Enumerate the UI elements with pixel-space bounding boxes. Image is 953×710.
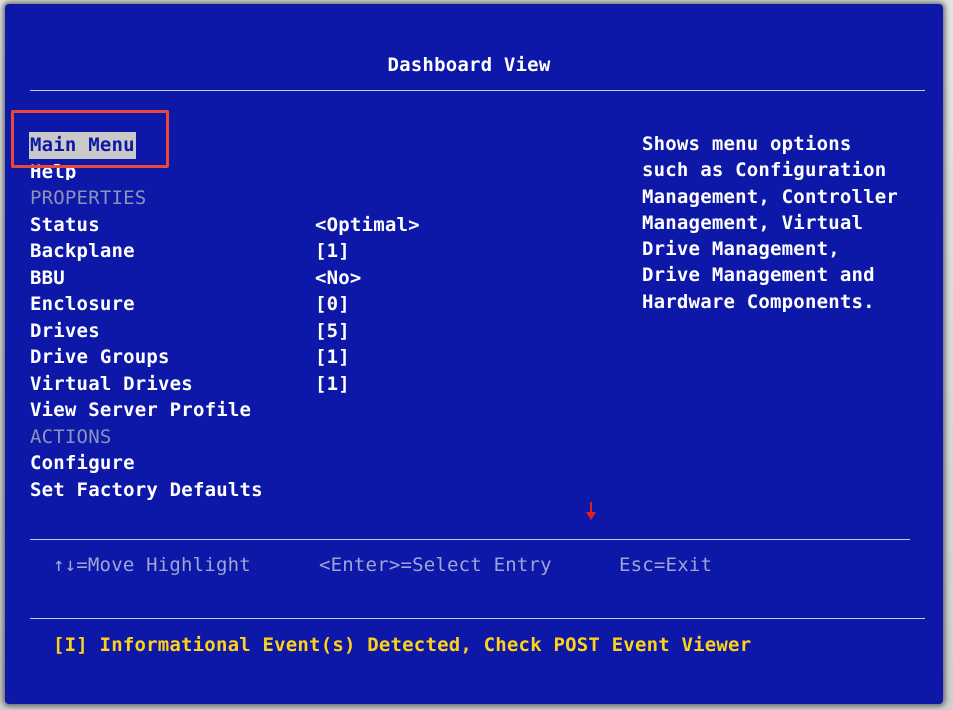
property-label: Backplane (30, 240, 135, 262)
property-enclosure[interactable]: Enclosure [0] (30, 291, 350, 318)
annotation-highlight-box (11, 110, 169, 168)
help-line: Drive Management and (642, 264, 875, 287)
monitor-bezel: Dashboard View Main Menu Help PROPERTIES… (0, 0, 953, 710)
property-label: Virtual Drives (30, 372, 193, 395)
help-line: such as Configuration (642, 159, 887, 182)
action-set-factory-defaults[interactable]: Set Factory Defaults (30, 477, 263, 504)
bios-screen: Dashboard View Main Menu Help PROPERTIES… (5, 4, 943, 704)
key-hint-move: ↑↓=Move Highlight (53, 554, 251, 576)
help-line: Management, Controller (642, 185, 899, 208)
property-value: [1] (315, 346, 350, 368)
help-panel: Shows menu options such as Configuration… (642, 131, 922, 315)
help-divider (30, 539, 910, 540)
property-backplane[interactable]: Backplane [1] (30, 238, 350, 265)
property-value[interactable]: <No> (315, 265, 362, 292)
status-event-message: [I] Informational Event(s) Detected, Che… (53, 634, 752, 656)
help-line: Management, Virtual (642, 211, 864, 234)
help-line: Drive Management, (642, 238, 840, 261)
property-value[interactable]: <Optimal> (315, 212, 420, 239)
property-value: [1] (315, 372, 350, 395)
menu-item-label: View Server Profile (30, 399, 252, 421)
key-hint-exit: Esc=Exit (619, 554, 713, 576)
status-divider (30, 618, 925, 619)
menu-item-view-server-profile[interactable]: View Server Profile (30, 397, 263, 424)
property-value: [0] (315, 293, 350, 315)
dashboard-menu: Main Menu Help PROPERTIES Status <Optima… (29, 132, 420, 504)
property-virtual-drives[interactable]: Virtual Drives [1] (30, 371, 350, 398)
property-drives[interactable]: Drives [5] (30, 318, 350, 345)
section-header-actions: ACTIONS (30, 425, 112, 448)
property-label: BBU (30, 266, 65, 289)
property-value: [1] (315, 240, 350, 262)
property-label: Enclosure (30, 293, 135, 315)
property-label: Status (30, 213, 100, 236)
help-line: Hardware Components. (642, 290, 875, 313)
property-status[interactable]: Status <Optimal> (30, 212, 420, 239)
action-label: Configure (30, 452, 135, 474)
property-value: [5] (315, 319, 350, 342)
scroll-down-arrow-icon[interactable] (585, 500, 597, 522)
page-title: Dashboard View (387, 54, 551, 76)
property-label: Drives (30, 319, 100, 342)
property-bbu[interactable]: BBU <No> (30, 265, 361, 292)
property-label: Drive Groups (30, 346, 170, 368)
action-label: Set Factory Defaults (30, 478, 263, 501)
section-header-properties: PROPERTIES (30, 187, 147, 209)
action-configure[interactable]: Configure (30, 450, 263, 477)
title-divider (30, 90, 925, 91)
key-hint-select: <Enter>=Select Entry (319, 554, 552, 576)
property-drive-groups[interactable]: Drive Groups [1] (30, 344, 350, 371)
help-line: Shows menu options (642, 133, 852, 155)
